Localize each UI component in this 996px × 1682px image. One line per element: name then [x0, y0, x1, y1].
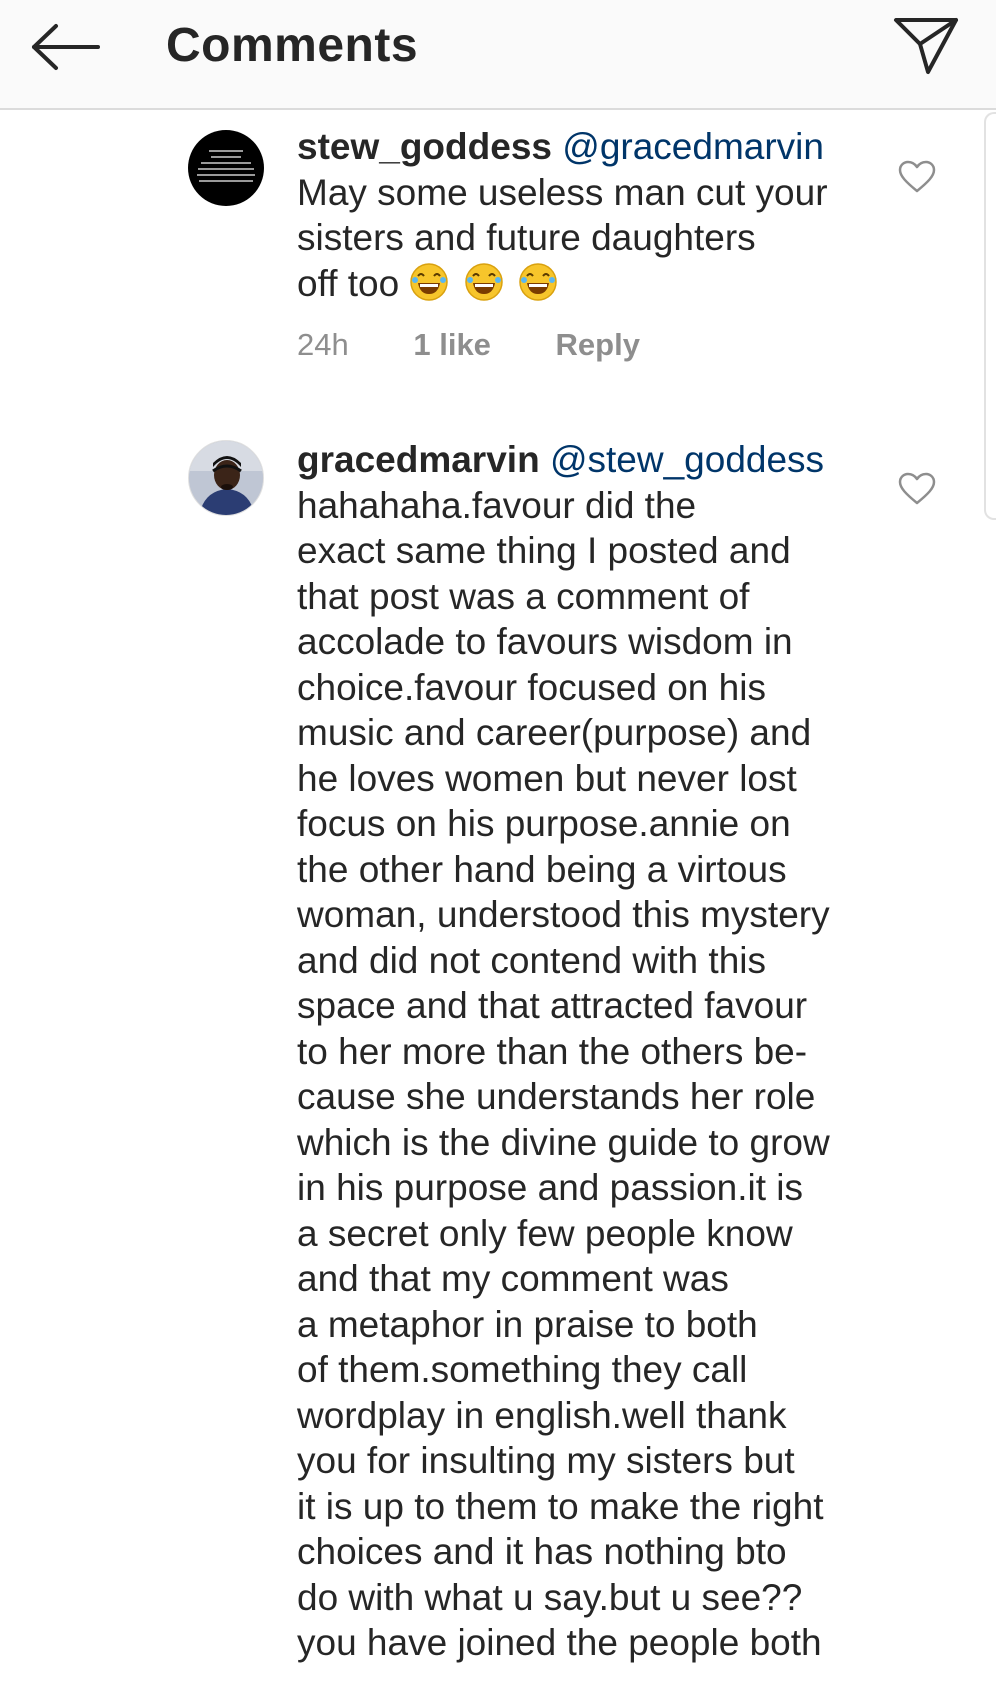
avatar[interactable] [188, 130, 264, 206]
comment-text-line: which is the divine guide to grow [297, 1121, 830, 1163]
like-button[interactable] [898, 160, 936, 194]
header-bar: Comments [0, 0, 996, 110]
comment-time: 24h [297, 327, 349, 362]
comment-text-line: space and that attracted favour [297, 985, 808, 1026]
comment-text-line: music and career(purpose) and [297, 712, 812, 753]
send-button[interactable] [892, 16, 960, 76]
comment-text-line: woman, understood this mystery [297, 894, 830, 935]
comment-mention[interactable]: @gracedmarvin [562, 126, 824, 167]
comment-text-line: cause she understands her role [297, 1076, 816, 1117]
comment-text-line: a secret only few people know [297, 1212, 793, 1254]
reply-button[interactable]: Reply [556, 327, 640, 363]
scrollbar[interactable] [984, 112, 996, 520]
comment-text-line: focus on his purpose.annie on [297, 803, 791, 844]
comment-text-line: he loves women but never lost [297, 757, 797, 799]
comment-body: stew_goddess @gracedmarvin May some usel… [297, 124, 897, 306]
comment-text-line: and did not contend with this [297, 939, 766, 981]
comment-text-line: and that my comment was [297, 1258, 729, 1299]
like-button[interactable] [898, 472, 936, 506]
comment-text-line: of them.something they call [297, 1349, 748, 1390]
comment-username[interactable]: stew_goddess [297, 126, 552, 167]
comment-text-line: choices and it has nothing bto [297, 1531, 787, 1572]
comment-text-line: accolade to favours wisdom in [297, 621, 793, 662]
comment-mention[interactable]: @stew_goddess [550, 439, 824, 480]
arrow-left-icon [32, 24, 100, 70]
avatar-caption [194, 150, 258, 186]
laughing-emoji-icon [518, 262, 562, 304]
heart-icon [898, 160, 936, 193]
comment-text-line: do with what u say.but u see?? [297, 1576, 803, 1618]
comment-likes[interactable]: 1 like [413, 327, 491, 363]
comment-username[interactable]: gracedmarvin [297, 439, 540, 480]
profile-photo [189, 441, 263, 515]
comment-text-line: hahahaha.favour did the [297, 484, 697, 526]
laughing-emoji-icon [464, 262, 518, 304]
comment-text-line: that post was a comment of [297, 575, 750, 617]
paper-plane-icon [894, 18, 958, 74]
comment-text-line: exact same thing I posted and [297, 530, 791, 571]
comments-screen: Comments stew_goddess @gracedmarvin May … [0, 0, 996, 1682]
comment-text-line: choice.favour focused on his [297, 666, 766, 708]
laughing-emoji-icon [399, 262, 464, 304]
back-button[interactable] [28, 22, 104, 72]
comment-text-line: the other hand being a virtous [297, 848, 787, 890]
comment-text-line: off too [297, 262, 400, 304]
comment-text-line: May some useless man cut your [297, 171, 828, 213]
heart-icon [898, 472, 936, 505]
avatar[interactable] [188, 440, 264, 516]
comment-text-line: you have joined the people both [297, 1622, 822, 1663]
page-title: Comments [166, 19, 419, 72]
comment-body: gracedmarvin @stew_goddess hahahaha.favo… [297, 437, 897, 1666]
comment-text-line: to her more than the others be- [297, 1030, 808, 1072]
comment-text-line: a metaphor in praise to both [297, 1303, 758, 1345]
comment-meta: 24h 1 like Reply [297, 327, 640, 363]
comment-text-line: in his purpose and passion.it is [297, 1167, 803, 1208]
comment-text-line: it is up to them to make the right [297, 1485, 824, 1527]
comment-text-line: sisters and future daughters [297, 217, 756, 258]
comment-text-line: wordplay in english.well thank [297, 1394, 787, 1436]
comment-text-line: you for insulting my sisters but [297, 1440, 795, 1481]
